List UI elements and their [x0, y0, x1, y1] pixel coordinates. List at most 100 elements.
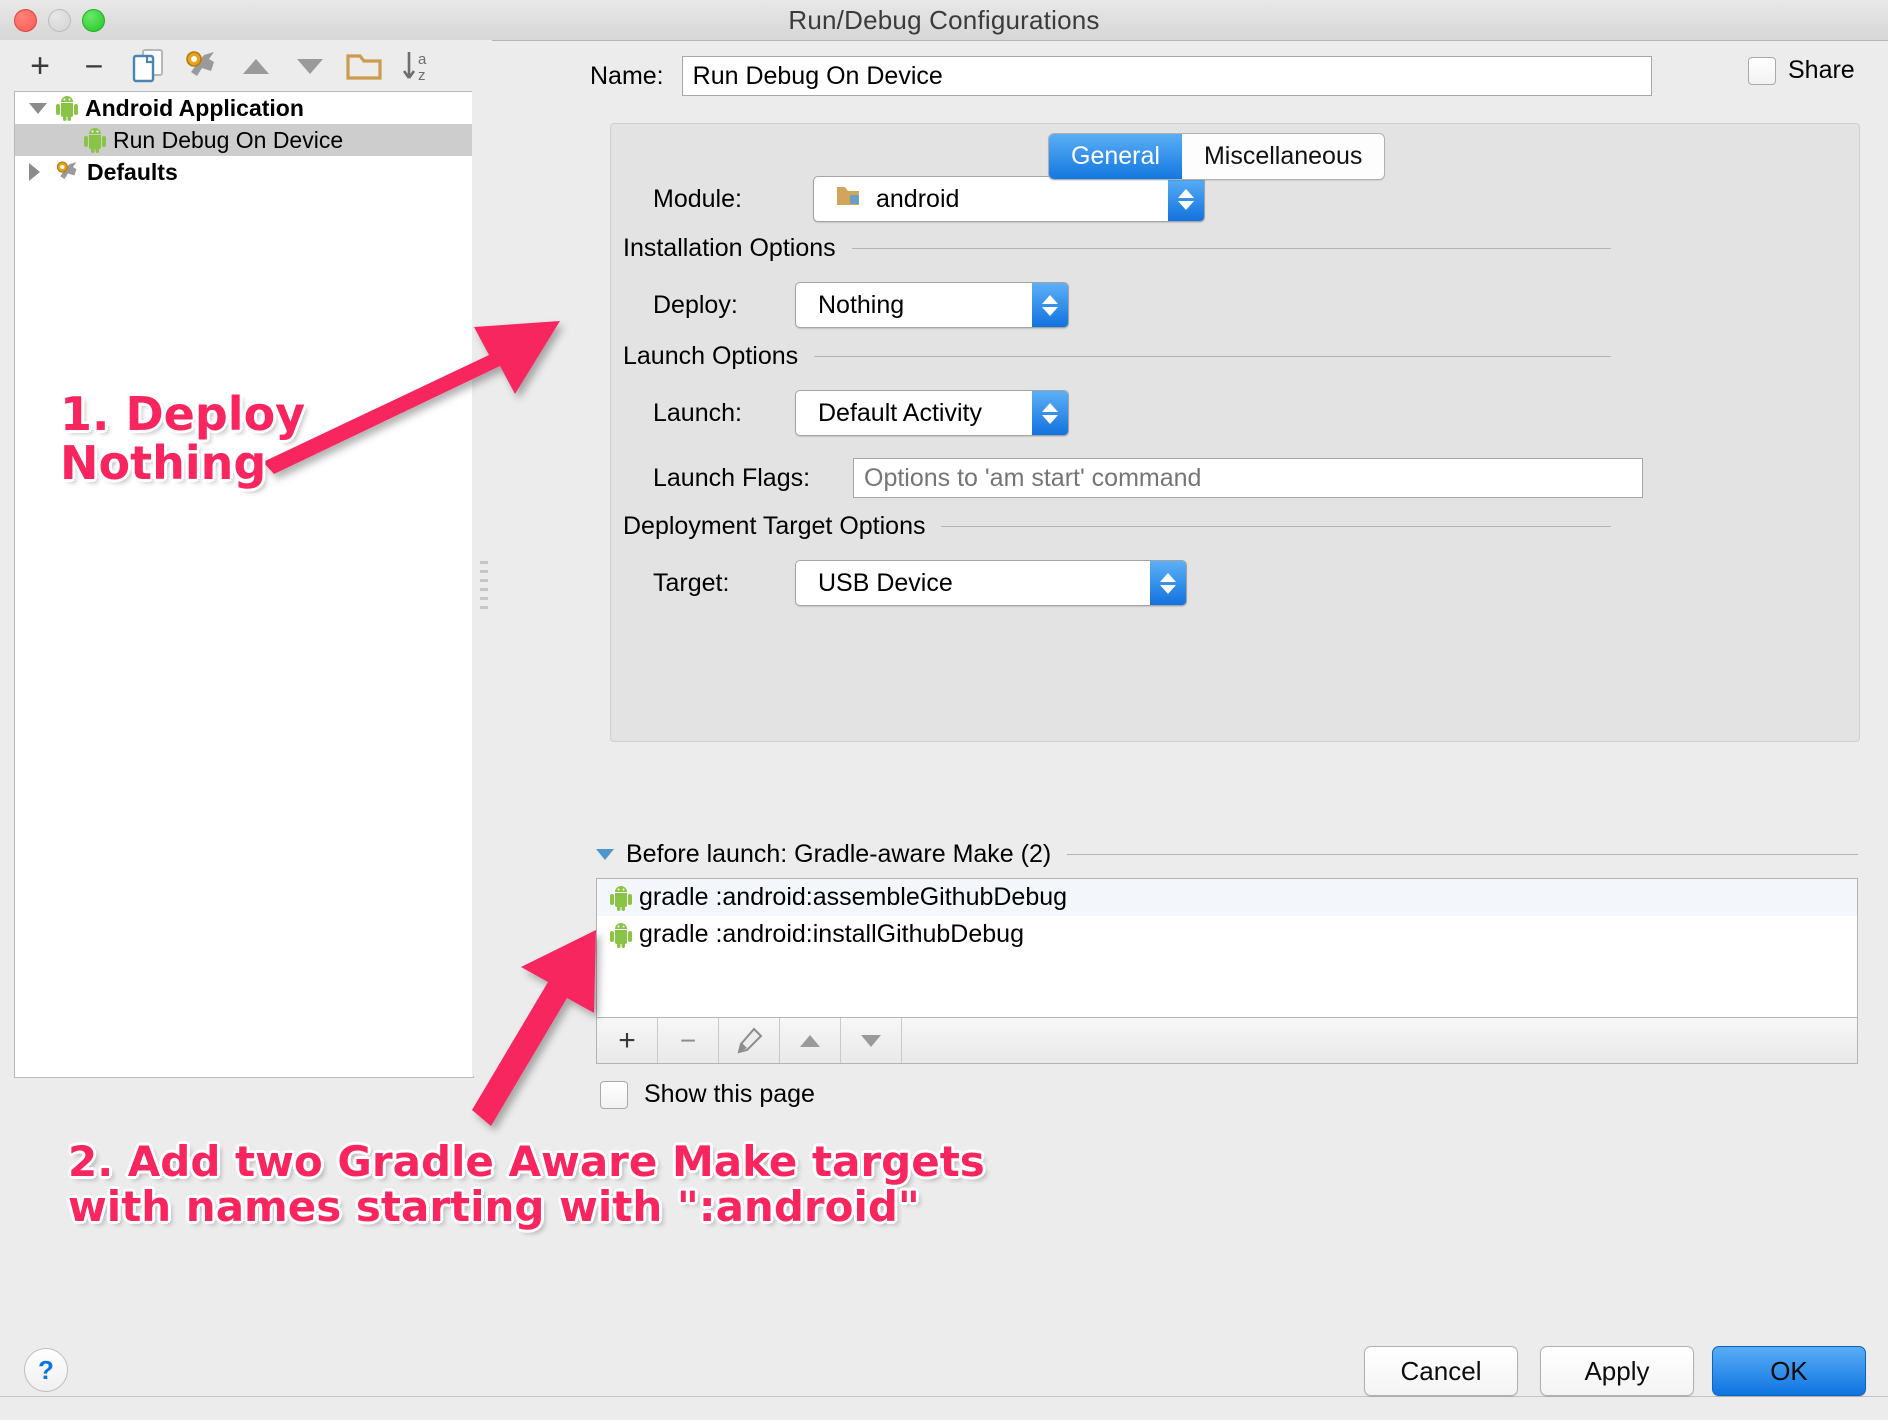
chevron-up-icon [1042, 402, 1058, 412]
launch-options-section: Launch Options [623, 342, 1611, 371]
remove-task-button[interactable]: − [658, 1018, 719, 1063]
window-title: Run/Debug Configurations [788, 4, 1100, 35]
cancel-button[interactable]: Cancel [1364, 1346, 1518, 1396]
launch-value: Default Activity [818, 398, 982, 427]
launch-flags-row: Launch Flags: [653, 458, 1643, 498]
move-configuration-down-button[interactable] [290, 46, 330, 86]
apply-button[interactable]: Apply [1540, 1346, 1694, 1396]
deployment-target-options-label: Deployment Target Options [623, 512, 926, 540]
deploy-stepper[interactable] [1032, 283, 1068, 327]
annotation-add-gradle-targets: 2. Add two Gradle Aware Make targets wit… [68, 1137, 985, 1231]
name-label: Name: [590, 61, 664, 90]
deployment-target-options-section: Deployment Target Options [623, 512, 1611, 541]
share-checkbox[interactable] [1748, 56, 1776, 85]
show-this-page-label: Show this page [644, 1080, 815, 1108]
general-settings-panel: Module: android Installation Options Dep… [610, 123, 1860, 742]
launch-options-label: Launch Options [623, 342, 799, 370]
launch-flags-input[interactable] [853, 458, 1643, 498]
move-task-up-button[interactable] [780, 1018, 841, 1063]
target-combobox[interactable]: USB Device [795, 560, 1187, 606]
chevron-up-icon [1042, 294, 1058, 304]
tree-item-label: Android Application [85, 94, 304, 121]
section-divider [851, 248, 1611, 249]
edit-task-button[interactable] [719, 1018, 780, 1063]
zoom-window-button[interactable] [82, 9, 105, 32]
triangle-up-icon [800, 1034, 820, 1047]
before-launch-title: Before launch: Gradle-aware Make (2) [626, 840, 1052, 868]
add-task-button[interactable]: + [597, 1018, 658, 1063]
module-label: Module: [653, 184, 742, 213]
before-launch-header: Before launch: Gradle-aware Make (2) [596, 840, 1858, 869]
tree-item-defaults[interactable]: Defaults [15, 156, 473, 188]
show-this-page-checkbox[interactable] [600, 1080, 628, 1109]
folder-icon [346, 54, 382, 80]
tree-item-label: Defaults [87, 158, 178, 185]
move-task-down-button[interactable] [841, 1018, 902, 1063]
remove-configuration-button[interactable]: − [74, 46, 114, 86]
section-divider [941, 526, 1611, 527]
module-stepper[interactable] [1168, 177, 1204, 221]
edit-defaults-button[interactable] [182, 46, 222, 86]
installation-options-label: Installation Options [623, 234, 836, 262]
launch-stepper[interactable] [1032, 391, 1068, 435]
chevron-up-icon [1160, 572, 1176, 582]
configurations-toolbar: + − a z [0, 40, 492, 92]
ok-button[interactable]: OK [1712, 1346, 1866, 1396]
plus-icon: + [30, 47, 50, 85]
toolbar-filler [902, 1018, 1857, 1063]
minus-icon: − [84, 48, 104, 84]
share-label: Share [1788, 56, 1855, 84]
minimize-window-button[interactable] [48, 9, 71, 32]
configurations-tree: Android Application Run Debug On Device [14, 91, 474, 1078]
settings-tabs: General Miscellaneous [1048, 133, 1386, 180]
launch-flags-label: Launch Flags: [653, 463, 811, 492]
chevron-down-icon [1178, 200, 1194, 210]
target-label: Target: [653, 568, 730, 597]
close-window-button[interactable] [14, 9, 37, 32]
triangle-up-icon [243, 58, 269, 74]
launch-label: Launch: [653, 398, 742, 427]
before-launch-task-list[interactable]: gradle :android:assembleGithubDebug grad… [596, 878, 1858, 1018]
pencil-icon [737, 1027, 763, 1053]
task-label: gradle :android:installGithubDebug [639, 920, 1024, 948]
deploy-combobox[interactable]: Nothing [795, 282, 1069, 328]
panel-splitter[interactable] [472, 91, 500, 1076]
splitter-grip [480, 561, 488, 609]
android-icon [55, 95, 79, 121]
help-button[interactable]: ? [24, 1348, 68, 1392]
android-icon [609, 885, 633, 911]
name-row: Name: [590, 56, 1652, 96]
move-configuration-up-button[interactable] [236, 46, 276, 86]
tab-general[interactable]: General [1049, 134, 1182, 179]
tree-item-run-debug-on-device[interactable]: Run Debug On Device [15, 124, 473, 156]
minus-icon: − [679, 1024, 697, 1056]
chevron-down-icon[interactable] [596, 849, 614, 860]
name-input[interactable] [681, 56, 1652, 96]
target-row: Target: USB Device [653, 560, 1187, 606]
add-configuration-button[interactable]: + [20, 46, 60, 86]
svg-text:a: a [418, 51, 427, 68]
window-traffic-lights [14, 9, 105, 32]
show-this-page-row[interactable]: Show this page [600, 1080, 815, 1109]
footer-divider [0, 1396, 1888, 1397]
chevron-right-icon[interactable] [29, 163, 55, 181]
chevron-down-icon [1160, 584, 1176, 594]
module-row: Module: android [653, 176, 1205, 222]
before-launch-task-row[interactable]: gradle :android:assembleGithubDebug [597, 879, 1857, 916]
new-folder-button[interactable] [344, 46, 384, 86]
section-divider [814, 356, 1611, 357]
tree-item-android-application[interactable]: Android Application [15, 92, 473, 124]
task-label: gradle :android:assembleGithubDebug [639, 883, 1068, 911]
deploy-value: Nothing [818, 290, 905, 319]
share-checkbox-row[interactable]: Share [1748, 56, 1855, 85]
copy-icon [132, 49, 163, 83]
android-icon [609, 922, 633, 948]
module-combobox[interactable]: android [813, 176, 1205, 222]
tab-miscellaneous[interactable]: Miscellaneous [1181, 134, 1385, 179]
launch-combobox[interactable]: Default Activity [795, 390, 1069, 436]
chevron-down-icon[interactable] [29, 103, 55, 114]
before-launch-task-row[interactable]: gradle :android:installGithubDebug [597, 916, 1857, 953]
copy-configuration-button[interactable] [128, 46, 168, 86]
target-stepper[interactable] [1150, 561, 1186, 605]
sort-alphabetically-button[interactable]: a z [398, 46, 438, 86]
